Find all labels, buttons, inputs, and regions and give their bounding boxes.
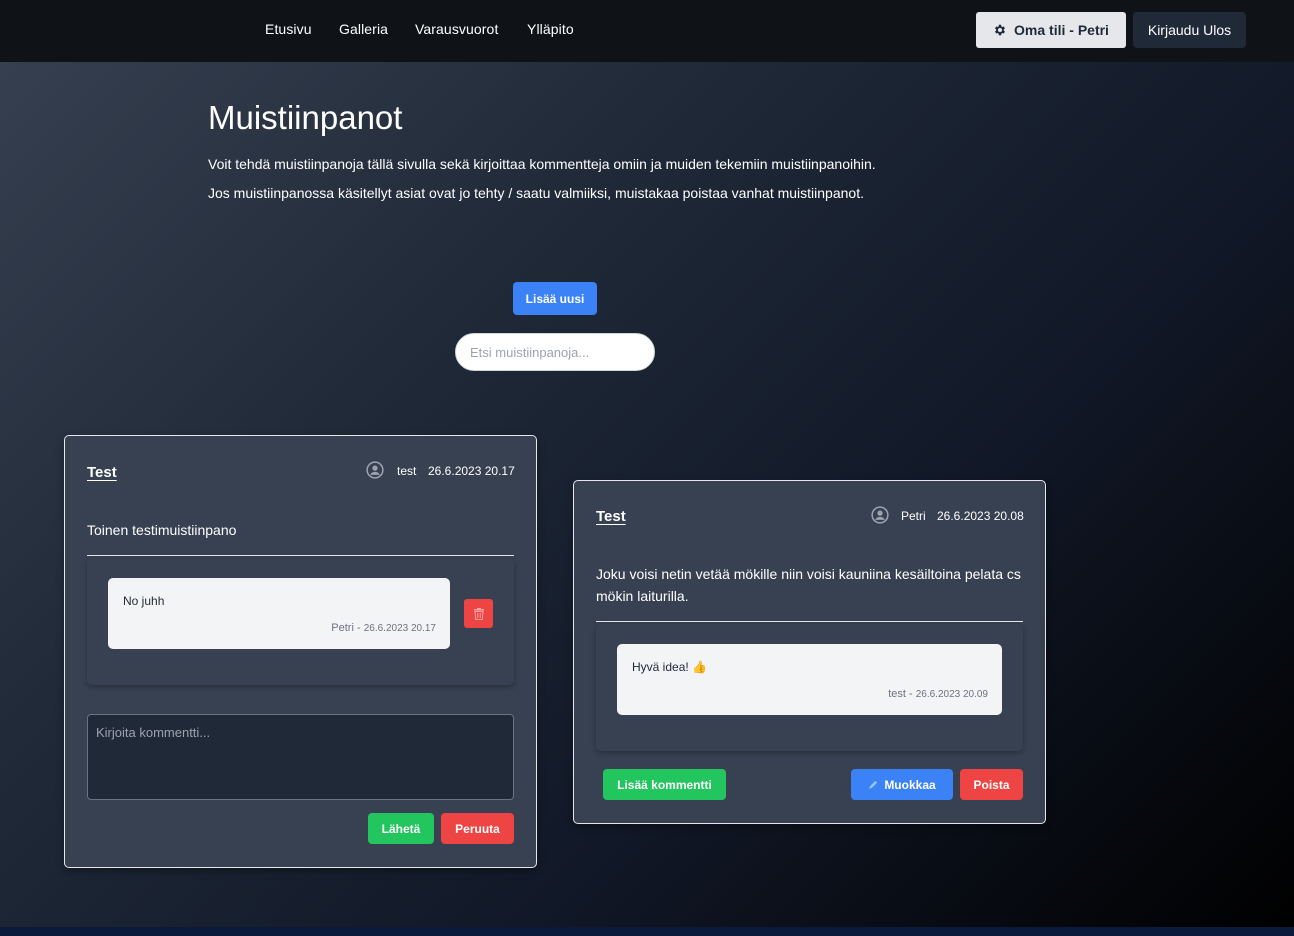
- note-divider: [596, 621, 1023, 622]
- cancel-comment-label: Peruuta: [455, 821, 500, 836]
- note-date: 26.6.2023 20.08: [937, 509, 1024, 523]
- nav-link-galleria[interactable]: Galleria: [339, 21, 388, 37]
- comment: No juhh Petri - 26.6.2023 20.17: [108, 578, 450, 649]
- note-card: Test Petri 26.6.2023 20.08 Joku voisi ne…: [573, 480, 1046, 824]
- nav-link-yllapito[interactable]: Ylläpito: [527, 21, 574, 37]
- edit-note-button[interactable]: Muokkaa: [851, 769, 953, 800]
- nav-link-varausvuorot[interactable]: Varausvuorot: [415, 21, 498, 37]
- logout-button-label: Kirjaudu Ulos: [1147, 22, 1232, 38]
- comment-date: 26.6.2023 20.09: [915, 689, 988, 700]
- comment-date: 26.6.2023 20.17: [363, 623, 436, 634]
- send-comment-button[interactable]: Lähetä: [368, 813, 434, 844]
- comment-author: Petri -: [331, 622, 361, 634]
- nav-link-etusivu[interactable]: Etusivu: [265, 21, 312, 37]
- note-body: Joku voisi netin vetää mökille niin vois…: [596, 566, 1021, 604]
- edit-note-label: Muokkaa: [884, 777, 936, 792]
- page-title: Muistiinpanot: [208, 99, 403, 136]
- intro-text-1: Voit tehdä muistiinpanoja tällä sivulla …: [208, 156, 876, 172]
- note-author: test: [397, 464, 417, 478]
- add-note-button-label: Lisää uusi: [525, 291, 585, 306]
- delete-note-label: Poista: [973, 777, 1010, 792]
- note-divider: [87, 555, 514, 556]
- note-title: Test: [596, 508, 626, 525]
- account-button[interactable]: Oma tili - Petri: [976, 12, 1126, 48]
- note-author: Petri: [901, 509, 926, 523]
- comment-meta: Petri - 26.6.2023 20.17: [331, 622, 436, 634]
- intro-text-2: Jos muistiinpanossa käsitellyt asiat ova…: [208, 185, 864, 201]
- taskbar: [0, 927, 1294, 936]
- comment-meta: test - 26.6.2023 20.09: [888, 688, 988, 700]
- comment-text: Hyvä idea! 👍: [632, 660, 707, 674]
- note-body: Toinen testimuistiinpano: [87, 522, 237, 538]
- user-circle-icon: [871, 506, 889, 524]
- delete-comment-button[interactable]: [464, 599, 493, 628]
- delete-note-button[interactable]: Poista: [960, 769, 1023, 800]
- add-comment-button[interactable]: Lisää kommentti: [603, 769, 726, 800]
- comments-area: Hyvä idea! 👍 test - 26.6.2023 20.09: [596, 624, 1023, 751]
- user-circle-icon: [366, 461, 384, 479]
- add-note-button[interactable]: Lisää uusi: [513, 282, 597, 315]
- comments-area: No juhh Petri - 26.6.2023 20.17: [87, 558, 514, 685]
- note-card: Test test 26.6.2023 20.17 Toinen testimu…: [64, 435, 537, 868]
- comment: Hyvä idea! 👍 test - 26.6.2023 20.09: [617, 644, 1002, 715]
- note-date: 26.6.2023 20.17: [428, 464, 515, 478]
- cancel-comment-button[interactable]: Peruuta: [441, 813, 514, 844]
- add-comment-label: Lisää kommentti: [617, 777, 712, 792]
- account-button-label: Oma tili - Petri: [1014, 22, 1109, 38]
- send-comment-label: Lähetä: [381, 821, 421, 836]
- logout-button[interactable]: Kirjaudu Ulos: [1133, 12, 1246, 48]
- comment-text: No juhh: [123, 594, 165, 608]
- comment-author: test -: [888, 688, 913, 700]
- search-input[interactable]: [455, 333, 655, 371]
- pencil-icon: [869, 780, 878, 789]
- comment-textarea[interactable]: [87, 714, 514, 800]
- gear-icon: [995, 24, 1006, 36]
- navbar: Etusivu Galleria Varausvuorot Ylläpito O…: [0, 0, 1294, 62]
- note-title: Test: [87, 464, 117, 481]
- trash-icon: [473, 608, 484, 620]
